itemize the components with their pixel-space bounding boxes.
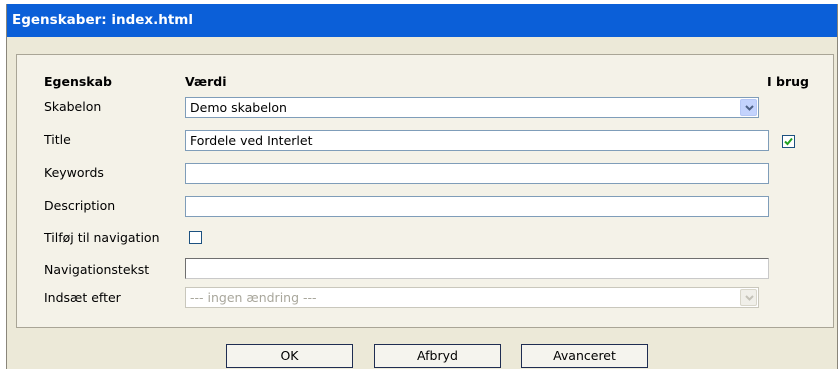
insert-after-label: Indsæt efter bbox=[44, 290, 121, 305]
checkmark-icon bbox=[784, 137, 793, 146]
title-input-value: Fordele ved Interlet bbox=[190, 133, 313, 148]
advanced-button[interactable]: Avanceret bbox=[521, 344, 648, 368]
chevron-down-icon bbox=[745, 295, 754, 301]
description-input[interactable] bbox=[185, 196, 769, 217]
template-select-value: Demo skabelon bbox=[190, 100, 287, 115]
template-select[interactable]: Demo skabelon bbox=[185, 97, 759, 118]
properties-panel: Egenskab Værdi I brug Skabelon Demo skab… bbox=[16, 54, 834, 328]
ok-button[interactable]: OK bbox=[226, 344, 353, 368]
title-input[interactable]: Fordele ved Interlet bbox=[185, 130, 769, 151]
title-label: Title bbox=[44, 132, 71, 147]
header-value: Værdi bbox=[185, 74, 227, 89]
navigation-text-input[interactable] bbox=[185, 258, 769, 279]
cancel-button[interactable]: Afbryd bbox=[374, 344, 501, 368]
header-in-use: I brug bbox=[767, 74, 809, 89]
insert-after-dropdown-button[interactable] bbox=[740, 289, 757, 306]
description-label: Description bbox=[44, 198, 116, 213]
template-label: Skabelon bbox=[44, 99, 102, 114]
insert-after-select[interactable]: --- ingen ændring --- bbox=[185, 287, 759, 308]
add-to-navigation-label: Tilføj til navigation bbox=[44, 230, 160, 245]
template-dropdown-button[interactable] bbox=[740, 99, 757, 116]
header-property: Egenskab bbox=[44, 74, 112, 89]
dialog-title: Egenskaber: index.html bbox=[7, 4, 837, 37]
keywords-input[interactable] bbox=[185, 163, 769, 184]
navigation-text-label: Navigationstekst bbox=[44, 262, 150, 277]
insert-after-select-value: --- ingen ændring --- bbox=[190, 290, 317, 305]
add-to-navigation-checkbox[interactable] bbox=[189, 231, 202, 244]
keywords-label: Keywords bbox=[44, 165, 104, 180]
properties-dialog: Egenskaber: index.html Egenskab Værdi I … bbox=[6, 4, 838, 369]
title-in-use-checkbox[interactable] bbox=[782, 135, 795, 148]
chevron-down-icon bbox=[745, 105, 754, 111]
